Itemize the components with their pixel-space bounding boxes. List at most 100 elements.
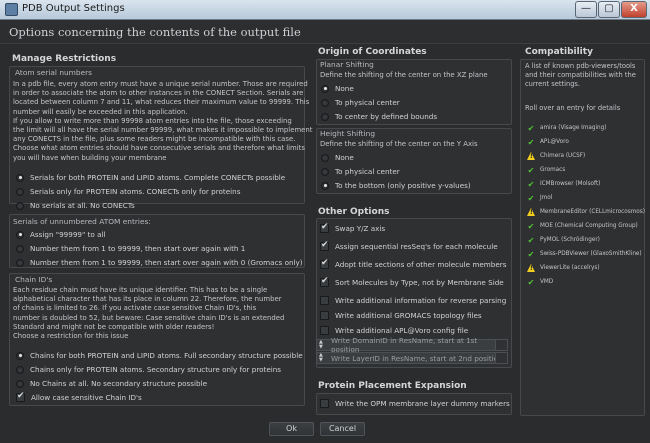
radio[interactable] bbox=[321, 153, 329, 162]
checkbox[interactable] bbox=[320, 311, 329, 320]
chains-option-protein-lipid[interactable]: Chains for both PROTEIN and LIPID atoms.… bbox=[16, 350, 303, 361]
height-option-none[interactable]: None bbox=[321, 152, 354, 163]
checkbox[interactable] bbox=[320, 326, 329, 335]
radio[interactable] bbox=[16, 244, 24, 253]
ok-button[interactable]: Ok bbox=[269, 422, 314, 436]
checkbox-label: Adopt title sections of other molecule m… bbox=[335, 260, 507, 269]
close-button[interactable]: X bbox=[621, 1, 647, 18]
serials-option-none[interactable]: No serials at all. No CONECTs bbox=[16, 200, 135, 211]
spinner-arrows-icon[interactable]: ▲ ▼ bbox=[319, 353, 326, 363]
radio[interactable] bbox=[16, 187, 24, 196]
checkbox-checked[interactable] bbox=[320, 222, 329, 233]
checkbox-checked[interactable] bbox=[16, 391, 25, 402]
radio-selected[interactable] bbox=[321, 84, 329, 93]
option-label: None bbox=[335, 153, 354, 162]
sort-molecules-checkbox[interactable]: Sort Molecules by Type, not by Membrane … bbox=[320, 276, 504, 288]
minimize-button[interactable]: — bbox=[575, 1, 597, 18]
compat-item-label: Gromacs bbox=[540, 167, 566, 173]
sequential-resseq-checkbox[interactable]: Assign sequential resSeq's for each mole… bbox=[320, 240, 498, 252]
height-option-physical-center[interactable]: To physical center bbox=[321, 166, 400, 177]
serial-numbers-label: Atom serial numbers bbox=[15, 68, 93, 77]
cancel-button[interactable]: Cancel bbox=[320, 422, 365, 436]
height-option-bottom[interactable]: To the bottom (only positive y-values) bbox=[321, 180, 471, 191]
domain-id-spinner[interactable]: ▲ ▼ Write DomainID in ResName, start at 1… bbox=[316, 336, 508, 354]
opm-dummy-markers-checkbox[interactable]: Write the OPM membrane layer dummy marke… bbox=[320, 398, 510, 409]
radio-selected[interactable] bbox=[321, 181, 329, 190]
spinner-arrows-icon[interactable]: ▲ ▼ bbox=[319, 340, 326, 350]
compat-item-moe[interactable]: ✔ MOE (Chemical Computing Group) bbox=[527, 221, 638, 231]
radio-selected[interactable] bbox=[16, 351, 24, 360]
description-line: A list of known pdb-viewers/tools bbox=[525, 62, 636, 70]
planar-option-defined-bounds[interactable]: To center by defined bounds bbox=[321, 111, 437, 122]
compat-item-label: APL@Voro bbox=[540, 139, 569, 145]
compat-item-label: amira (Visage Imaging) bbox=[540, 125, 607, 131]
description-line: number will easily be exceeded in this a… bbox=[13, 107, 188, 116]
description-line: If you allow to write more than 99998 at… bbox=[13, 116, 292, 125]
compat-item-membraneeditor[interactable]: MembraneEditor (CELLmicrocosmos) bbox=[527, 207, 645, 217]
unnumbered-option-restart-1[interactable]: Number them from 1 to 99999, then start … bbox=[16, 243, 245, 254]
checkbox-label: Write additional information for reverse… bbox=[335, 296, 507, 305]
layer-id-spinner[interactable]: ▲ ▼ Write LayerID in ResName, start at 2n… bbox=[316, 352, 508, 364]
compat-item-label: VMD bbox=[540, 279, 554, 285]
radio[interactable] bbox=[16, 379, 24, 388]
checkbox-label: Swap Y/Z axis bbox=[335, 224, 386, 233]
header-title: Options concerning the contents of the o… bbox=[9, 25, 301, 39]
description-line: any CONECTS in the file, plus some reade… bbox=[13, 135, 296, 144]
unnumbered-option-restart-0[interactable]: Number them from 1 to 99999, then start … bbox=[16, 257, 303, 268]
adopt-title-checkbox[interactable]: Adopt title sections of other molecule m… bbox=[320, 258, 507, 270]
reverse-parsing-checkbox[interactable]: Write additional information for reverse… bbox=[320, 295, 506, 306]
compat-item-label: Jmol bbox=[540, 195, 553, 201]
compatibility-title: Compatibility bbox=[525, 47, 593, 57]
unnumbered-option-99999[interactable]: Assign "99999" to all bbox=[16, 229, 105, 240]
compat-item-aplvoro[interactable]: ✔ APL@Voro bbox=[527, 137, 569, 147]
planar-option-none[interactable]: None bbox=[321, 83, 354, 94]
checkbox-checked[interactable] bbox=[320, 240, 329, 251]
checkbox-checked[interactable] bbox=[320, 276, 329, 287]
planar-option-physical-center[interactable]: To physical center bbox=[321, 97, 400, 108]
radio-selected[interactable] bbox=[16, 173, 24, 182]
radio[interactable] bbox=[16, 201, 24, 210]
maximize-button[interactable]: ▢ bbox=[598, 1, 620, 18]
compat-item-viewerlite[interactable]: ViewerLite (accelrys) bbox=[527, 263, 600, 273]
compat-item-pymol[interactable]: ✔ PyMOL (Schrödinger) bbox=[527, 235, 600, 245]
radio[interactable] bbox=[321, 167, 329, 176]
compat-item-gromacs[interactable]: ✔ Gromacs bbox=[527, 165, 566, 175]
checkbox-label: Sort Molecules by Type, not by Membrane … bbox=[335, 278, 504, 287]
radio[interactable] bbox=[321, 98, 329, 107]
compat-item-vmd[interactable]: ✔ VMD bbox=[527, 277, 554, 287]
checkbox-label: Write additional APL@Voro config file bbox=[335, 326, 469, 335]
chains-option-none[interactable]: No Chains at all. No secondary structure… bbox=[16, 378, 207, 389]
description-line: alphabetical character that has its plac… bbox=[13, 295, 282, 304]
serials-option-protein-lipid[interactable]: Serials for both PROTEIN and LIPID atoms… bbox=[16, 172, 285, 183]
description-line: Each residue chain must have its unique … bbox=[13, 286, 268, 294]
radio-selected[interactable] bbox=[16, 230, 24, 239]
radio[interactable] bbox=[16, 258, 24, 267]
compat-item-icmbrowser[interactable]: ✔ ICMBrowser (Molsoft) bbox=[527, 179, 601, 189]
option-label: No serials at all. No CONECTs bbox=[30, 201, 135, 210]
spinner-value-box[interactable] bbox=[495, 340, 507, 350]
compat-item-jmol[interactable]: ✔ Jmol bbox=[527, 193, 553, 203]
aplvoro-config-checkbox[interactable]: Write additional APL@Voro config file bbox=[320, 325, 468, 336]
checkbox[interactable] bbox=[320, 399, 329, 408]
green-check-icon: ✔ bbox=[527, 221, 535, 231]
chains-option-protein-only[interactable]: Chains only for PROTEIN atoms. Secondary… bbox=[16, 364, 281, 375]
warning-icon bbox=[527, 152, 535, 160]
spinner-value-box[interactable] bbox=[495, 353, 507, 363]
spinner-label: Write LayerID in ResName, start at 2nd p… bbox=[331, 353, 503, 363]
checkbox-checked[interactable] bbox=[320, 258, 329, 269]
option-label: To physical center bbox=[335, 167, 400, 176]
compat-item-chimera[interactable]: Chimera (UCSF) bbox=[527, 151, 585, 161]
checkbox[interactable] bbox=[320, 296, 329, 305]
case-sensitive-chain-checkbox[interactable]: Allow case sensitive Chain ID's bbox=[16, 391, 142, 403]
compat-item-swiss-pdbviewer[interactable]: ✔ Swiss-PDBViewer (GlaxoSmithKline) bbox=[527, 249, 642, 259]
serials-option-protein-only[interactable]: Serials only for PROTEIN atoms. CONECTs … bbox=[16, 186, 240, 197]
compat-item-amira[interactable]: ✔ amira (Visage Imaging) bbox=[527, 123, 607, 133]
unnumbered-label: Serials of unnumbered ATOM entries: bbox=[13, 217, 151, 226]
option-label: Chains only for PROTEIN atoms. Secondary… bbox=[30, 365, 282, 374]
height-shifting-label: Height Shifting bbox=[320, 129, 376, 138]
option-label: To the bottom (only positive y-values) bbox=[335, 181, 471, 190]
swap-yz-checkbox[interactable]: Swap Y/Z axis bbox=[320, 222, 386, 234]
radio[interactable] bbox=[16, 365, 24, 374]
radio[interactable] bbox=[321, 112, 329, 121]
gromacs-topology-checkbox[interactable]: Write additional GROMACS topology files bbox=[320, 310, 482, 321]
